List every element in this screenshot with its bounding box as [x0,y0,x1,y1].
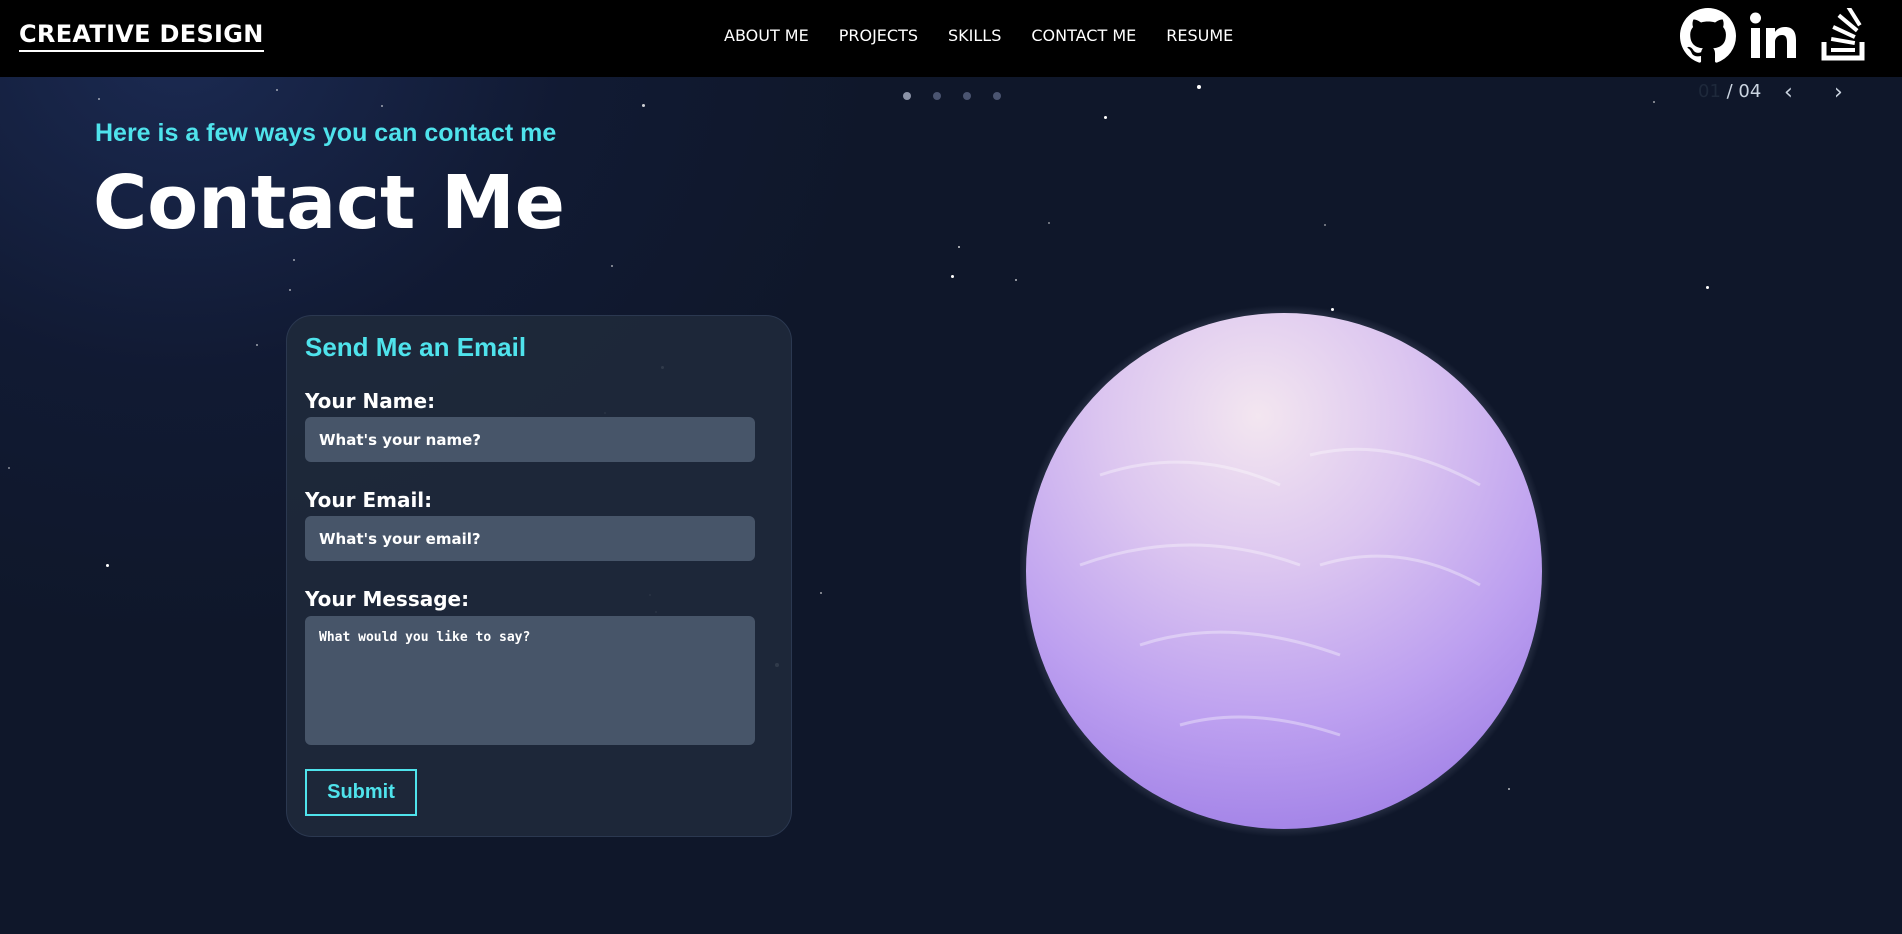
github-icon[interactable] [1680,8,1736,64]
nav-resume[interactable]: RESUME [1166,25,1233,47]
contact-form-card: Send Me an Email Your Name: What's your … [286,315,792,837]
social-links [1680,5,1872,64]
nav-about-me[interactable]: ABOUT ME [724,25,809,47]
slide-indicators [903,92,1001,100]
form-heading: Send Me an Email [305,332,527,362]
slide-dot-3[interactable] [963,92,971,100]
slide-current: 01 [1698,81,1721,102]
email-input[interactable]: What's your email? [305,516,755,561]
slide-dot-1[interactable] [903,92,911,100]
page-subtitle: Here is a few ways you can contact me [95,119,557,147]
prev-slide-button[interactable]: ‹ [1784,80,1793,105]
nav-projects[interactable]: PROJECTS [839,25,918,47]
page-title: Contact Me [93,160,565,246]
message-label: Your Message: [305,587,470,611]
slide-counter: 01 / 04 [1698,81,1761,102]
name-input[interactable]: What's your name? [305,417,755,462]
slide-dot-2[interactable] [933,92,941,100]
slide-dot-4[interactable] [993,92,1001,100]
linkedin-icon[interactable] [1748,8,1804,64]
message-textarea[interactable]: What would you like to say? [305,616,755,745]
stackoverflow-icon[interactable] [1816,5,1872,64]
submit-button[interactable]: Submit [305,769,417,816]
nav-contact-me[interactable]: CONTACT ME [1031,25,1136,47]
slide-total: / 04 [1726,81,1762,102]
name-label: Your Name: [305,389,436,413]
nav-skills[interactable]: SKILLS [948,25,1001,47]
planet-graphic [1020,305,1550,837]
top-navbar: CREATIVE DESIGN ABOUT ME PROJECTS SKILLS… [0,0,1902,77]
email-label: Your Email: [305,488,433,512]
next-slide-button[interactable]: › [1834,80,1843,105]
brand-logo[interactable]: CREATIVE DESIGN [19,20,264,52]
main-nav: ABOUT ME PROJECTS SKILLS CONTACT ME RESU… [724,25,1233,47]
